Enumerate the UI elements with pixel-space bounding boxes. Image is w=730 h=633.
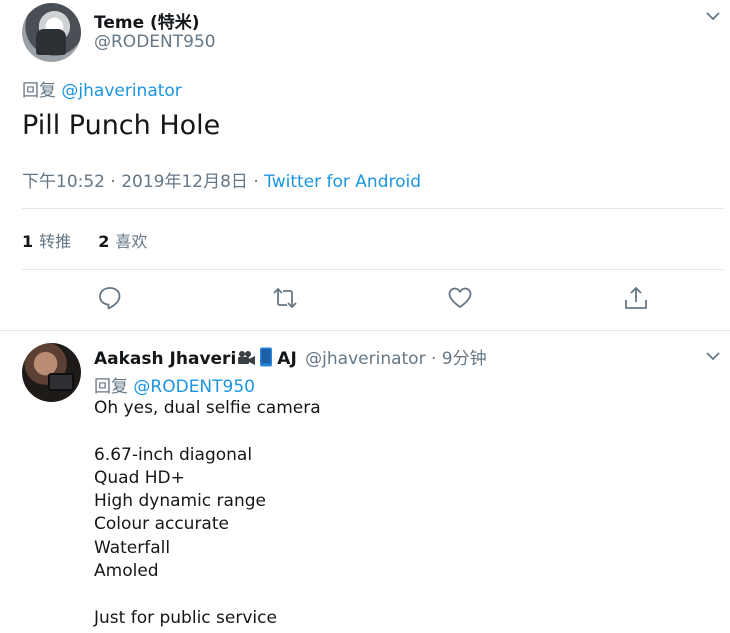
reply-text-line: Waterfall — [94, 537, 171, 558]
action-bar — [0, 285, 730, 317]
replying-to-link[interactable]: @jhaverinator — [61, 81, 181, 101]
reply-text-line — [94, 420, 321, 443]
reply-text-line: Just for public service — [94, 607, 277, 628]
reply-text-line: Oh yes, dual selfie camera — [94, 398, 321, 418]
reply-text-line — [94, 583, 321, 606]
chevron-down-icon[interactable] — [706, 11, 720, 21]
reply-text-line: Colour accurate — [94, 514, 229, 535]
timestamp[interactable]: 下午10:52 · 2019年12月8日 · — [22, 172, 264, 192]
retweets-count: 1 — [22, 232, 34, 251]
replying-to: 回复 @RODENT950 — [94, 372, 255, 397]
author-handle[interactable]: @jhaverinator — [305, 349, 425, 369]
engagement-stats: 1 转推 2 喜欢 — [22, 228, 169, 252]
reply-text: Oh yes, dual selfie camera 6.67-inch dia… — [94, 397, 321, 630]
likes-count: 2 — [98, 232, 110, 251]
reply-text-line: Amoled — [94, 561, 159, 582]
tweet-meta: 下午10:52 · 2019年12月8日 · Twitter for Andro… — [22, 167, 421, 192]
replying-to: 回复 @jhaverinator — [22, 76, 182, 101]
main-tweet: Teme (特米) @RODENT950 回复 @jhaverinator Pi… — [0, 0, 730, 330]
reply-text-line: High dynamic range — [94, 491, 266, 512]
reply-time[interactable]: · 9分钟 — [426, 349, 487, 369]
author-name[interactable]: Aakash Jhaveri — [94, 349, 236, 369]
tweet-thread: Teme (特米) @RODENT950 回复 @jhaverinator Pi… — [0, 0, 730, 633]
author-handle[interactable]: @RODENT950 — [94, 32, 216, 52]
chevron-down-icon[interactable] — [706, 351, 720, 361]
divider — [22, 269, 724, 270]
avatar[interactable] — [22, 343, 81, 402]
reply-header: Aakash Jhaveri AJ @jhaverinator · 9分钟 — [94, 344, 487, 369]
author-suffix[interactable]: AJ — [277, 349, 296, 369]
likes-stat[interactable]: 2 喜欢 — [98, 232, 147, 251]
reply-icon[interactable] — [97, 285, 123, 311]
source-link[interactable]: Twitter for Android — [264, 172, 421, 192]
retweets-stat[interactable]: 1 转推 — [22, 232, 71, 251]
retweets-label: 转推 — [39, 232, 72, 251]
mobile-phone-icon — [260, 347, 273, 367]
replying-label: 回复 — [94, 377, 128, 397]
likes-label: 喜欢 — [115, 232, 148, 251]
reply-text-line: Quad HD+ — [94, 467, 185, 488]
replying-label: 回复 — [22, 81, 56, 101]
section-divider — [0, 330, 730, 331]
retweet-icon[interactable] — [272, 285, 298, 311]
like-icon[interactable] — [447, 285, 473, 311]
reply-text-line: 6.67-inch diagonal — [94, 444, 253, 465]
movie-camera-icon — [238, 351, 256, 365]
share-icon[interactable] — [623, 285, 649, 311]
author-name[interactable]: Teme (特米) — [94, 8, 200, 33]
replying-to-link[interactable]: @RODENT950 — [133, 377, 255, 397]
divider — [22, 208, 724, 209]
tweet-text: Pill Punch Hole — [22, 110, 221, 141]
avatar[interactable] — [22, 3, 81, 62]
